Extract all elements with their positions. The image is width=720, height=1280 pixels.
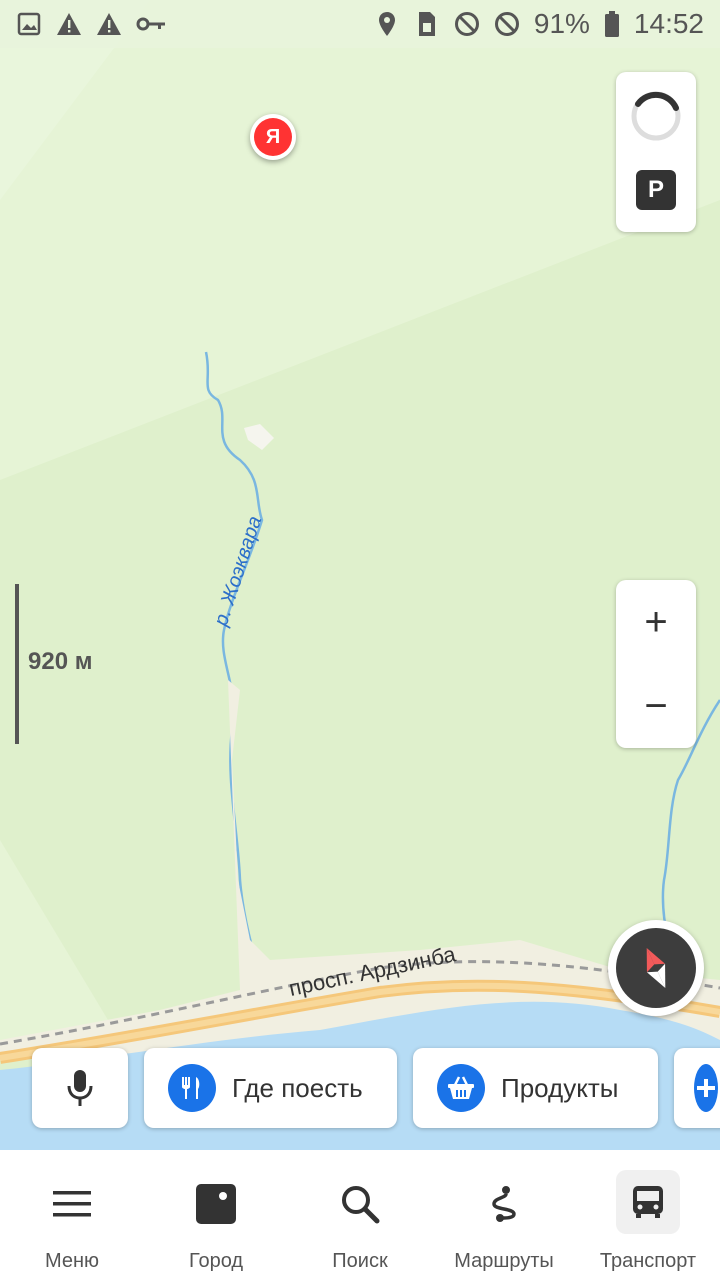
menu-icon <box>42 1174 102 1234</box>
bus-icon <box>616 1170 680 1234</box>
status-bar: 91% 14:52 <box>0 0 720 48</box>
blocked-icon <box>454 11 480 37</box>
nav-menu[interactable]: Меню <box>0 1150 144 1280</box>
plus-icon <box>694 1064 718 1112</box>
yandex-logo-letter: Я <box>254 118 292 156</box>
zoom-controls: + − <box>616 580 696 748</box>
battery-icon <box>604 11 620 37</box>
nav-city-label: Город <box>188 1250 244 1272</box>
city-icon <box>186 1174 246 1234</box>
map-layers-panel: P <box>616 72 696 232</box>
warning-icon <box>56 11 82 37</box>
nav-routes[interactable]: Маршруты <box>432 1150 576 1280</box>
compass-button[interactable] <box>608 920 704 1016</box>
voice-search-button[interactable] <box>32 1048 128 1128</box>
traffic-icon <box>631 91 681 141</box>
compass-face <box>616 928 696 1008</box>
parking-button[interactable]: P <box>636 170 676 210</box>
image-icon <box>16 11 42 37</box>
scale-bar <box>15 584 19 744</box>
yandex-logo-pin[interactable]: Я <box>250 114 296 160</box>
warning-icon <box>96 11 122 37</box>
battery-percent: 91% <box>533 8 590 39</box>
quick-chips: Где поесть Продукты <box>0 1046 720 1130</box>
food-chip[interactable]: Где поесть <box>144 1048 397 1128</box>
more-categories-chip[interactable] <box>674 1048 720 1128</box>
scale-label: 920 м <box>28 648 93 675</box>
status-right: 91% 14:52 <box>374 8 704 40</box>
zoom-in-button[interactable]: + <box>616 580 696 664</box>
nav-search-label: Поиск <box>332 1250 388 1272</box>
nav-city[interactable]: Город <box>144 1150 288 1280</box>
nav-routes-label: Маршруты <box>454 1250 554 1272</box>
compass-icon <box>646 948 666 988</box>
microphone-icon <box>67 1070 93 1106</box>
bottom-navigation: Меню Город Поиск Маршруты Транспорт <box>0 1150 720 1280</box>
food-chip-label: Где поесть <box>232 1072 363 1103</box>
basket-icon <box>437 1064 485 1112</box>
status-left-icons <box>16 11 166 37</box>
key-icon <box>136 11 166 37</box>
route-icon <box>474 1174 534 1234</box>
grocery-chip-label: Продукты <box>501 1072 619 1103</box>
search-icon <box>330 1174 390 1234</box>
nav-menu-label: Меню <box>44 1250 100 1272</box>
blocked-icon <box>494 11 520 37</box>
fork-knife-icon <box>168 1064 216 1112</box>
location-icon <box>374 11 400 37</box>
nav-transport-label: Транспорт <box>599 1250 697 1272</box>
sim-icon <box>414 11 440 37</box>
grocery-chip[interactable]: Продукты <box>413 1048 658 1128</box>
clock: 14:52 <box>633 8 704 39</box>
nav-search[interactable]: Поиск <box>288 1150 432 1280</box>
nav-transport[interactable]: Транспорт <box>576 1150 720 1280</box>
traffic-button[interactable] <box>628 88 684 144</box>
zoom-out-button[interactable]: − <box>616 664 696 748</box>
